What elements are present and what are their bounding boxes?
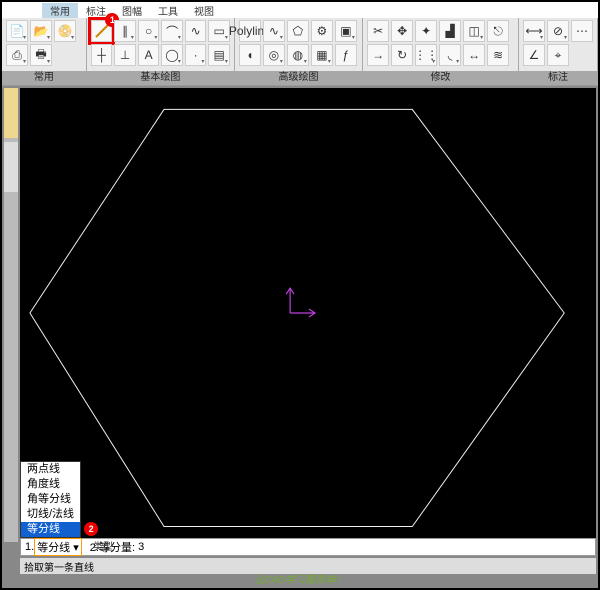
popup-item-two-point[interactable]: 两点线	[21, 462, 80, 477]
menu-item-tools[interactable]: 工具	[150, 3, 186, 18]
extra-label: 类型	[89, 538, 117, 553]
wave-button[interactable]: ∿	[263, 20, 285, 42]
fillet-button[interactable]: ◟	[439, 44, 461, 66]
export-button[interactable]: ⎙	[6, 44, 28, 66]
block-button[interactable]: ▣	[335, 20, 357, 42]
popup-item-tangent[interactable]: 切线/法线	[21, 507, 80, 522]
trim-button[interactable]: ✂	[367, 20, 389, 42]
dim-misc-button[interactable]: ⊘	[547, 20, 569, 42]
prompt-1-num: 1.	[25, 541, 34, 553]
panel-label-basic-draw: 基本绘图	[87, 71, 234, 85]
menu-item-view[interactable]: 视图	[186, 3, 222, 18]
dim-linear-button[interactable]: ⟷	[523, 20, 545, 42]
open-doc-button[interactable]: 📂	[30, 20, 52, 42]
stretch-button[interactable]: ↔	[463, 44, 485, 66]
callout-marker-2: 2	[84, 522, 98, 536]
array-button[interactable]: ⋮⋮	[415, 44, 437, 66]
save-button[interactable]: 📀	[54, 20, 76, 42]
extend-button[interactable]: →	[367, 44, 389, 66]
print-button[interactable]: 🖶	[30, 44, 52, 66]
perp-line-button[interactable]: ⊥	[114, 44, 136, 66]
polyline-button[interactable]: Polyline	[239, 20, 261, 42]
circle-button[interactable]: ○	[138, 20, 160, 42]
divide-count-input[interactable]	[138, 541, 188, 553]
point-button[interactable]: ·	[185, 44, 207, 66]
gear-button[interactable]: ⚙	[311, 20, 333, 42]
polygon-button[interactable]: ⬠	[287, 20, 309, 42]
hatch-button[interactable]: ▤	[208, 44, 230, 66]
line-tool-button[interactable]: 1	[91, 20, 113, 42]
line-type-dropdown[interactable]: 等分线 ▾	[34, 538, 82, 556]
dim-angle-button[interactable]: ∠	[523, 44, 545, 66]
command-bar: 1. 等分线 ▾ 2.等分量: 类型	[20, 538, 596, 556]
dim-more-button[interactable]: ⋯	[571, 20, 593, 42]
rect-button[interactable]: ▭	[208, 20, 230, 42]
slot-button[interactable]: ◖	[239, 44, 261, 66]
dim-coord-button[interactable]: ⌖	[547, 44, 569, 66]
mirror-button[interactable]: ▟	[439, 20, 461, 42]
menu-item-sheet[interactable]: 图幅	[114, 3, 150, 18]
popup-item-divide[interactable]: 等分线 2	[21, 522, 80, 537]
new-doc-button[interactable]: 📄	[6, 20, 28, 42]
watermark-text: 让CAD学习更简单！	[2, 571, 598, 586]
scale-button[interactable]: ◫	[463, 20, 485, 42]
panel-label-modify: 修改	[363, 71, 518, 85]
popup-item-bisector[interactable]: 角等分线	[21, 492, 80, 507]
parallel-line-button[interactable]: ∥	[114, 20, 136, 42]
offset-button[interactable]: ≋	[487, 44, 509, 66]
hexagon-shape[interactable]	[30, 109, 564, 526]
table-button[interactable]: ▦	[311, 44, 333, 66]
panel-label-annotate: 标注	[519, 71, 597, 85]
rotate-button[interactable]: ↻	[391, 44, 413, 66]
region-button[interactable]: ◍	[287, 44, 309, 66]
ribbon: 📄 📂 📀 ⎙ 🖶 常用 1 ∥ ○ ⌒ ∿ ▭	[2, 18, 598, 86]
ucs-axis-icon	[286, 288, 315, 317]
move-button[interactable]: ✥	[391, 20, 413, 42]
hole-button[interactable]: ◎	[263, 44, 285, 66]
sidebar-tab-1[interactable]	[4, 88, 18, 138]
arc-button[interactable]: ⌒	[161, 20, 183, 42]
break-button[interactable]: ⎋	[487, 20, 509, 42]
menu-item-common[interactable]: 常用	[42, 3, 78, 18]
formula-button[interactable]: ƒ	[335, 44, 357, 66]
popup-item-angle[interactable]: 角度线	[21, 477, 80, 492]
left-sidebar	[4, 88, 18, 542]
line-type-popup: 两点线 角度线 角等分线 切线/法线 等分线 2	[20, 461, 81, 538]
drawing-canvas[interactable]	[20, 88, 596, 542]
menu-bar: 常用 标注 图幅 工具 视图	[2, 2, 598, 18]
sidebar-tab-2[interactable]	[4, 142, 18, 192]
panel-label-common: 常用	[2, 71, 86, 85]
spline-button[interactable]: ∿	[185, 20, 207, 42]
text-button[interactable]: A	[138, 44, 160, 66]
ellipse-button[interactable]: ◯	[161, 44, 183, 66]
explode-button[interactable]: ✦	[415, 20, 437, 42]
centerline-button[interactable]: ┼	[91, 44, 113, 66]
panel-label-adv-draw: 高级绘图	[235, 71, 362, 85]
